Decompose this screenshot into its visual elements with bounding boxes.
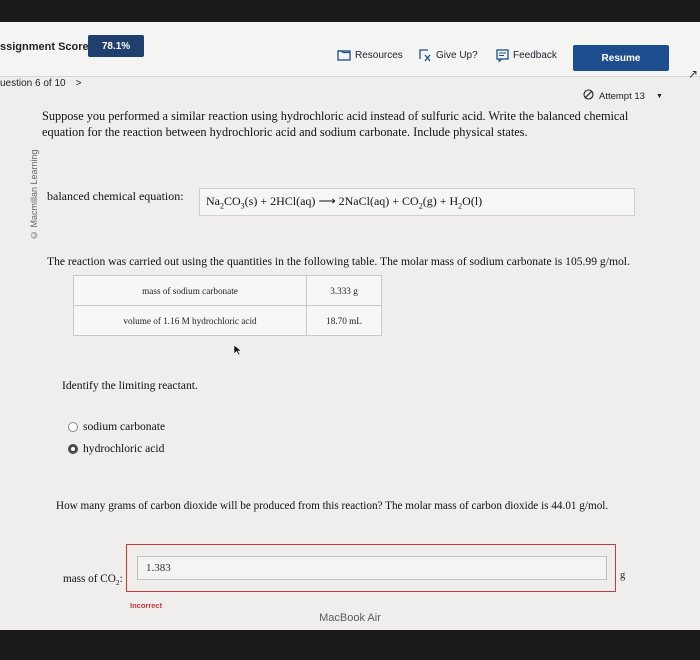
option-hydrochloric-acid[interactable]: hydrochloric acid [68,442,164,455]
dropdown-arrow-icon: ▼ [655,92,663,100]
option-label: sodium carbonate [83,420,166,433]
browser-viewport: ssignment Score: 78.1% Resources Give Up… [0,22,700,630]
question-navigation: uestion 6 of 10 > [0,78,81,89]
table-cell-value: 18.70 mL [306,305,382,336]
attempt-status-icon [583,89,594,103]
assignment-score-badge: 78.1% [88,35,144,57]
resources-button[interactable]: Resources [337,44,403,66]
co2-mass-label: mass of CO2: [63,573,123,588]
reaction-conditions-text: The reaction was carried out using the q… [47,255,630,268]
assignment-score-label: ssignment Score: [0,41,93,53]
co2-mass-question: How many grams of carbon dioxide will be… [56,500,609,512]
folder-icon [337,49,351,61]
option-label: hydrochloric acid [83,442,165,455]
give-up-label: Give Up? [436,49,478,61]
publisher-credit: © Macmillan Learning [29,149,39,240]
feedback-label: Feedback [513,49,557,61]
table-row: volume of 1.16 M hydrochloric acid 18.70… [73,305,382,336]
radio-button-unselected[interactable] [68,421,78,432]
equation-answer-box[interactable]: Na2CO3(s) + 2HCl(aq) ⟶ 2NaCl(aq) + CO2(g… [199,188,635,216]
give-up-icon [418,48,432,62]
co2-mass-input[interactable]: 1.383 [137,556,607,580]
next-question-chevron-icon[interactable]: > [76,78,82,89]
device-bezel-label: MacBook Air [319,612,381,624]
unit-label: g [620,570,626,581]
equation-text: Na2CO3(s) + 2HCl(aq) ⟶ 2NaCl(aq) + CO2(g… [206,193,483,211]
assignment-header: ssignment Score: 78.1% Resources Give Up… [0,22,700,81]
feedback-icon [496,48,509,62]
expand-arrow-icon[interactable]: ↗ [688,67,698,81]
mouse-pointer-icon [233,343,243,361]
question-prompt: Suppose you performed a similar reaction… [42,109,629,139]
quantities-table: mass of sodium carbonate 3.333 g volume … [73,275,382,336]
give-up-button[interactable]: Give Up? [418,44,478,66]
table-cell-value: 3.333 g [306,275,382,306]
resume-button[interactable]: Resume [573,45,669,71]
equation-label: balanced chemical equation: [47,189,184,203]
feedback-button[interactable]: Feedback [496,44,557,66]
incorrect-status: Incorrect [130,601,163,610]
table-row: mass of sodium carbonate 3.333 g [73,275,382,306]
attempt-label: Attempt 13 [599,90,645,102]
resources-label: Resources [355,49,403,61]
question-counter: uestion 6 of 10 [0,78,66,89]
reaction-arrow-icon: ⟶ [318,193,336,208]
limiting-reactant-question: Identify the limiting reactant. [62,379,198,392]
attempt-dropdown[interactable]: Attempt 13 ▼ [583,89,663,103]
radio-button-selected[interactable] [68,443,78,454]
table-cell-label: volume of 1.16 M hydrochloric acid [73,305,307,336]
option-sodium-carbonate[interactable]: sodium carbonate [68,420,165,433]
table-cell-label: mass of sodium carbonate [73,275,307,306]
